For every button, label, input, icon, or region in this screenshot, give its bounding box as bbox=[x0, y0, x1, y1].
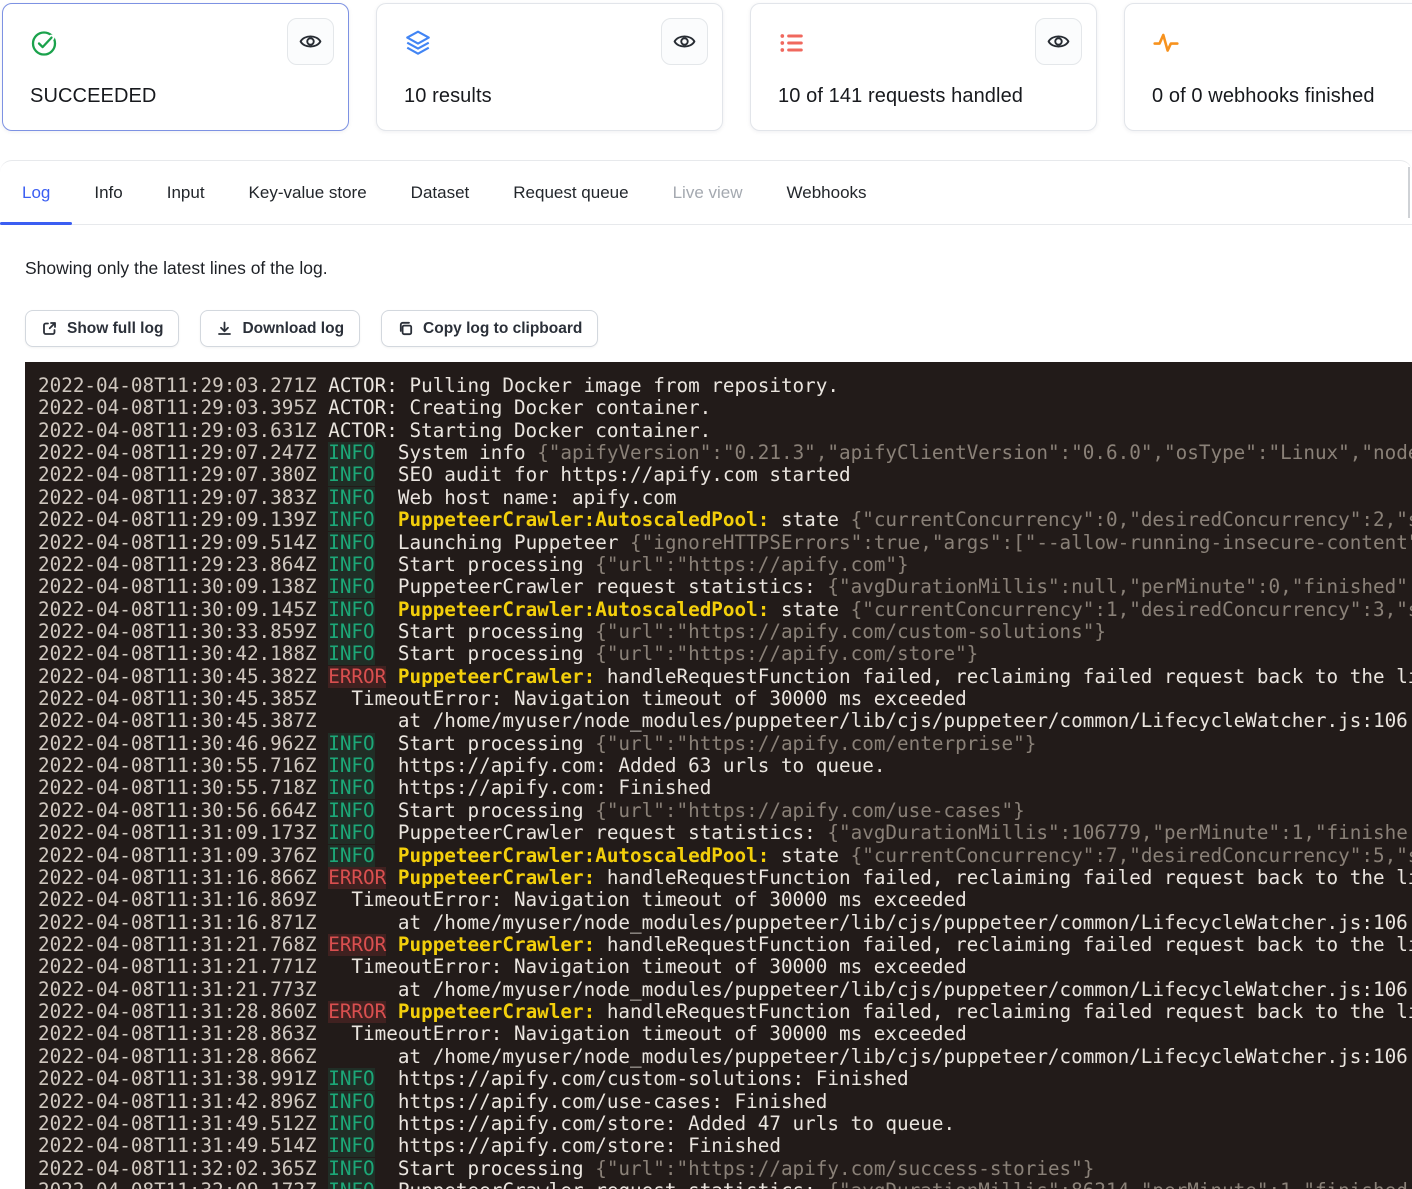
copy-log-button[interactable]: Copy log to clipboard bbox=[381, 310, 598, 347]
log-line: 2022-04-08T11:31:21.771Z TimeoutError: N… bbox=[38, 956, 1412, 978]
log-line: 2022-04-08T11:31:21.773Z at /home/myuser… bbox=[38, 979, 1412, 1001]
log-line: 2022-04-08T11:31:49.514Z INFO https://ap… bbox=[38, 1135, 1412, 1157]
pulse-icon bbox=[1152, 29, 1180, 57]
preview-results-button[interactable] bbox=[661, 18, 708, 65]
log-line: 2022-04-08T11:29:03.271Z ACTOR: Pulling … bbox=[38, 375, 1412, 397]
show-full-log-button[interactable]: Show full log bbox=[25, 310, 179, 347]
download-log-label: Download log bbox=[242, 320, 344, 338]
log-line: 2022-04-08T11:30:46.962Z INFO Start proc… bbox=[38, 733, 1412, 755]
card-requests[interactable]: 10 of 141 requests handled bbox=[750, 3, 1097, 131]
log-line: 2022-04-08T11:31:28.860Z ERROR Puppeteer… bbox=[38, 1001, 1412, 1023]
tab-info[interactable]: Info bbox=[72, 161, 144, 224]
eye-icon bbox=[673, 30, 696, 53]
log-line: 2022-04-08T11:31:28.863Z TimeoutError: N… bbox=[38, 1023, 1412, 1045]
log-line: 2022-04-08T11:31:16.866Z ERROR Puppeteer… bbox=[38, 867, 1412, 889]
status-cards: SUCCEEDED 10 results bbox=[2, 3, 1412, 131]
log-line: 2022-04-08T11:31:49.512Z INFO https://ap… bbox=[38, 1113, 1412, 1135]
log-console[interactable]: 2022-04-08T11:29:03.271Z ACTOR: Pulling … bbox=[25, 362, 1412, 1189]
log-line: 2022-04-08T11:31:38.991Z INFO https://ap… bbox=[38, 1068, 1412, 1090]
tab-webhooks[interactable]: Webhooks bbox=[765, 161, 889, 224]
log-line: 2022-04-08T11:30:55.716Z INFO https://ap… bbox=[38, 755, 1412, 777]
log-line: 2022-04-08T11:30:09.138Z INFO PuppeteerC… bbox=[38, 576, 1412, 598]
card-results[interactable]: 10 results bbox=[376, 3, 723, 131]
log-line: 2022-04-08T11:30:45.382Z ERROR Puppeteer… bbox=[38, 666, 1412, 688]
log-line: 2022-04-08T11:29:03.395Z ACTOR: Creating… bbox=[38, 397, 1412, 419]
show-full-log-label: Show full log bbox=[67, 320, 163, 338]
copy-icon bbox=[397, 320, 414, 337]
log-line: 2022-04-08T11:31:16.869Z TimeoutError: N… bbox=[38, 889, 1412, 911]
tab-request-queue[interactable]: Request queue bbox=[491, 161, 650, 224]
layers-icon bbox=[404, 29, 432, 57]
log-line: 2022-04-08T11:30:55.718Z INFO https://ap… bbox=[38, 777, 1412, 799]
preview-status-button[interactable] bbox=[287, 18, 334, 65]
log-line: 2022-04-08T11:31:28.866Z at /home/myuser… bbox=[38, 1046, 1412, 1068]
log-line: 2022-04-08T11:30:09.145Z INFO PuppeteerC… bbox=[38, 599, 1412, 621]
tab-input[interactable]: Input bbox=[145, 161, 227, 224]
log-line: 2022-04-08T11:29:03.631Z ACTOR: Starting… bbox=[38, 420, 1412, 442]
log-line: 2022-04-08T11:30:45.387Z at /home/myuser… bbox=[38, 710, 1412, 732]
actor-run-page: SUCCEEDED 10 results bbox=[0, 0, 1412, 1189]
log-line: 2022-04-08T11:29:07.383Z INFO Web host n… bbox=[38, 487, 1412, 509]
card-webhooks[interactable]: 0 of 0 webhooks finished bbox=[1124, 3, 1412, 131]
download-log-button[interactable]: Download log bbox=[200, 310, 360, 347]
log-line: 2022-04-08T11:32:09.172Z INFO PuppeteerC… bbox=[38, 1180, 1412, 1189]
eye-icon bbox=[299, 30, 322, 53]
webhooks-label: 0 of 0 webhooks finished bbox=[1152, 85, 1375, 108]
card-run-status[interactable]: SUCCEEDED bbox=[2, 3, 349, 131]
tab-bar: Log Info Input Key-value store Dataset R… bbox=[0, 161, 1412, 225]
tab-log[interactable]: Log bbox=[0, 161, 72, 224]
log-line: 2022-04-08T11:31:21.768Z ERROR Puppeteer… bbox=[38, 934, 1412, 956]
external-link-icon bbox=[41, 320, 58, 337]
tab-live-view: Live view bbox=[651, 161, 765, 224]
tab-dataset[interactable]: Dataset bbox=[389, 161, 492, 224]
log-line: 2022-04-08T11:31:09.173Z INFO PuppeteerC… bbox=[38, 822, 1412, 844]
log-line: 2022-04-08T11:30:42.188Z INFO Start proc… bbox=[38, 643, 1412, 665]
copy-log-label: Copy log to clipboard bbox=[423, 320, 582, 338]
results-label: 10 results bbox=[404, 85, 492, 108]
log-toolbar: Show full log Download log bbox=[25, 310, 1412, 347]
log-line: 2022-04-08T11:31:09.376Z INFO PuppeteerC… bbox=[38, 845, 1412, 867]
run-status-label: SUCCEEDED bbox=[30, 85, 156, 108]
log-line: 2022-04-08T11:30:56.664Z INFO Start proc… bbox=[38, 800, 1412, 822]
log-line: 2022-04-08T11:32:02.365Z INFO Start proc… bbox=[38, 1158, 1412, 1180]
tab-key-value-store[interactable]: Key-value store bbox=[227, 161, 389, 224]
download-icon bbox=[216, 320, 233, 337]
log-line: 2022-04-08T11:29:07.380Z INFO SEO audit … bbox=[38, 464, 1412, 486]
tab-bar-right-divider bbox=[1408, 167, 1410, 218]
requests-label: 10 of 141 requests handled bbox=[778, 85, 1023, 108]
log-line: 2022-04-08T11:31:42.896Z INFO https://ap… bbox=[38, 1091, 1412, 1113]
log-line: 2022-04-08T11:29:09.514Z INFO Launching … bbox=[38, 532, 1412, 554]
log-line: 2022-04-08T11:29:07.247Z INFO System inf… bbox=[38, 442, 1412, 464]
eye-icon bbox=[1047, 30, 1070, 53]
preview-requests-button[interactable] bbox=[1035, 18, 1082, 65]
log-line: 2022-04-08T11:31:16.871Z at /home/myuser… bbox=[38, 912, 1412, 934]
log-line: 2022-04-08T11:30:45.385Z TimeoutError: N… bbox=[38, 688, 1412, 710]
log-line: 2022-04-08T11:30:33.859Z INFO Start proc… bbox=[38, 621, 1412, 643]
log-note: Showing only the latest lines of the log… bbox=[25, 258, 1412, 279]
log-line: 2022-04-08T11:29:23.864Z INFO Start proc… bbox=[38, 554, 1412, 576]
bullet-list-icon bbox=[778, 29, 806, 57]
check-circle-icon bbox=[30, 29, 58, 57]
log-line: 2022-04-08T11:29:09.139Z INFO PuppeteerC… bbox=[38, 509, 1412, 531]
